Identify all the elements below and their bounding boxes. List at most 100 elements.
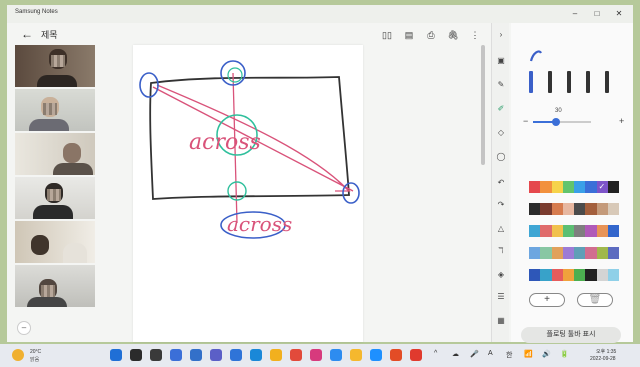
slider-knob[interactable]	[552, 118, 561, 126]
fill-icon[interactable]: ◈	[495, 269, 507, 281]
taskbar-app-icon[interactable]	[190, 349, 202, 361]
tray-icon[interactable]: 🔊	[542, 350, 551, 358]
clock-date[interactable]: 2022-09-28	[590, 356, 616, 362]
taskbar-app-icon[interactable]	[390, 349, 402, 361]
pen-icon[interactable]: ✎	[495, 79, 507, 91]
tray-icon[interactable]: ☁	[452, 350, 459, 358]
color-swatch[interactable]	[551, 269, 563, 281]
color-swatch[interactable]	[529, 247, 541, 259]
color-swatch[interactable]	[596, 269, 608, 281]
lasso-icon[interactable]: ◯	[495, 151, 507, 163]
weather-sun-icon[interactable]	[12, 349, 24, 361]
redo-icon[interactable]: ↷	[495, 199, 507, 211]
taskbar-app-icon[interactable]	[330, 349, 342, 361]
back-arrow-icon[interactable]: ←	[21, 27, 37, 41]
color-swatch[interactable]	[607, 225, 619, 237]
taskbar-app-icon[interactable]	[230, 349, 242, 361]
pen-size-slider[interactable]	[533, 118, 591, 126]
color-swatch[interactable]	[585, 247, 597, 259]
color-swatch[interactable]	[551, 225, 563, 237]
color-swatch[interactable]	[574, 247, 586, 259]
color-swatch[interactable]	[562, 247, 574, 259]
minimize-button[interactable]: –	[567, 7, 583, 21]
tray-icon[interactable]: A	[488, 350, 493, 357]
maximize-button[interactable]: □	[589, 7, 605, 21]
taskbar-app-icon[interactable]	[310, 349, 322, 361]
add-palette-button[interactable]: +	[529, 293, 565, 307]
pen-type-fountain[interactable]	[529, 71, 533, 93]
color-swatch[interactable]	[540, 269, 552, 281]
view-icon[interactable]: ▣	[495, 55, 507, 67]
color-swatch[interactable]	[562, 181, 574, 193]
video-tile[interactable]	[15, 177, 95, 219]
close-button[interactable]: ✕	[611, 7, 627, 21]
color-swatch[interactable]	[562, 269, 574, 281]
color-swatch[interactable]	[607, 203, 619, 215]
layers-icon[interactable]: ☰	[495, 291, 507, 303]
tray-icon[interactable]: 📶	[524, 350, 533, 358]
clock-time[interactable]: 오후 1:35	[596, 348, 616, 355]
note-canvas[interactable]: across across	[133, 45, 363, 342]
color-swatch[interactable]	[540, 225, 552, 237]
color-swatch[interactable]	[551, 203, 563, 215]
taskbar-app-icon[interactable]	[290, 349, 302, 361]
pen-type-pencil[interactable]	[586, 71, 590, 93]
color-swatch[interactable]	[529, 269, 541, 281]
color-swatch[interactable]	[574, 203, 586, 215]
color-swatch[interactable]	[607, 181, 619, 193]
tray-icon[interactable]: 한	[506, 350, 512, 360]
color-swatch[interactable]	[529, 181, 541, 193]
color-swatch[interactable]	[596, 203, 608, 215]
color-swatch[interactable]	[596, 225, 608, 237]
color-swatch[interactable]	[607, 269, 619, 281]
color-swatch[interactable]	[596, 247, 608, 259]
floating-toolbar-toggle[interactable]: 플로팅 툴바 표시	[521, 327, 621, 343]
taskbar-app-icon[interactable]	[130, 349, 142, 361]
color-swatch[interactable]: ✓	[596, 181, 608, 193]
note-title[interactable]: 제목	[41, 28, 58, 41]
pages-icon[interactable]: ▤	[403, 29, 415, 41]
color-swatch[interactable]	[551, 247, 563, 259]
attach-icon[interactable]: 🖇	[447, 29, 459, 41]
video-tile[interactable]	[15, 265, 95, 307]
color-swatch[interactable]	[540, 181, 552, 193]
pen-type-calligraphy[interactable]	[548, 71, 552, 93]
color-swatch[interactable]	[551, 181, 563, 193]
book-icon[interactable]: ▯▯	[381, 29, 393, 41]
taskbar-app-icon[interactable]	[150, 349, 162, 361]
color-swatch[interactable]	[540, 247, 552, 259]
color-swatch[interactable]	[585, 225, 597, 237]
collapse-strip-button[interactable]: –	[17, 321, 31, 335]
pen-type-ballpoint[interactable]	[567, 71, 571, 93]
tray-icon[interactable]: 🎤	[470, 350, 479, 358]
taskbar-app-icon[interactable]	[110, 349, 122, 361]
expand-icon[interactable]: ›	[495, 29, 507, 41]
color-swatch[interactable]	[585, 269, 597, 281]
print-icon[interactable]: ⎙	[425, 29, 437, 41]
taskbar-app-icon[interactable]	[210, 349, 222, 361]
taskbar-app-icon[interactable]	[370, 349, 382, 361]
delete-palette-button[interactable]: 🗑	[577, 293, 613, 307]
color-swatch[interactable]	[529, 225, 541, 237]
video-tile[interactable]	[15, 221, 95, 263]
color-swatch[interactable]	[562, 203, 574, 215]
taskbar-app-icon[interactable]	[250, 349, 262, 361]
tray-icon[interactable]: 🔋	[560, 350, 569, 358]
more-icon[interactable]: ⋮	[469, 29, 481, 41]
color-swatch[interactable]	[562, 225, 574, 237]
tray-icon[interactable]: ^	[434, 350, 437, 357]
color-swatch[interactable]	[529, 203, 541, 215]
color-swatch[interactable]	[574, 269, 586, 281]
undo-icon[interactable]: ↶	[495, 177, 507, 189]
color-swatch[interactable]	[574, 225, 586, 237]
taskbar-app-icon[interactable]	[270, 349, 282, 361]
increase-size-button[interactable]: +	[619, 116, 624, 126]
color-swatch[interactable]	[607, 247, 619, 259]
pen-type-brush[interactable]	[605, 71, 609, 93]
color-swatch[interactable]	[585, 203, 597, 215]
highlighter-icon[interactable]: ✐	[495, 103, 507, 115]
taskbar-app-icon[interactable]	[350, 349, 362, 361]
shape-icon[interactable]: △	[495, 223, 507, 235]
image-icon[interactable]: ▦	[495, 315, 507, 327]
video-tile[interactable]	[15, 45, 95, 87]
